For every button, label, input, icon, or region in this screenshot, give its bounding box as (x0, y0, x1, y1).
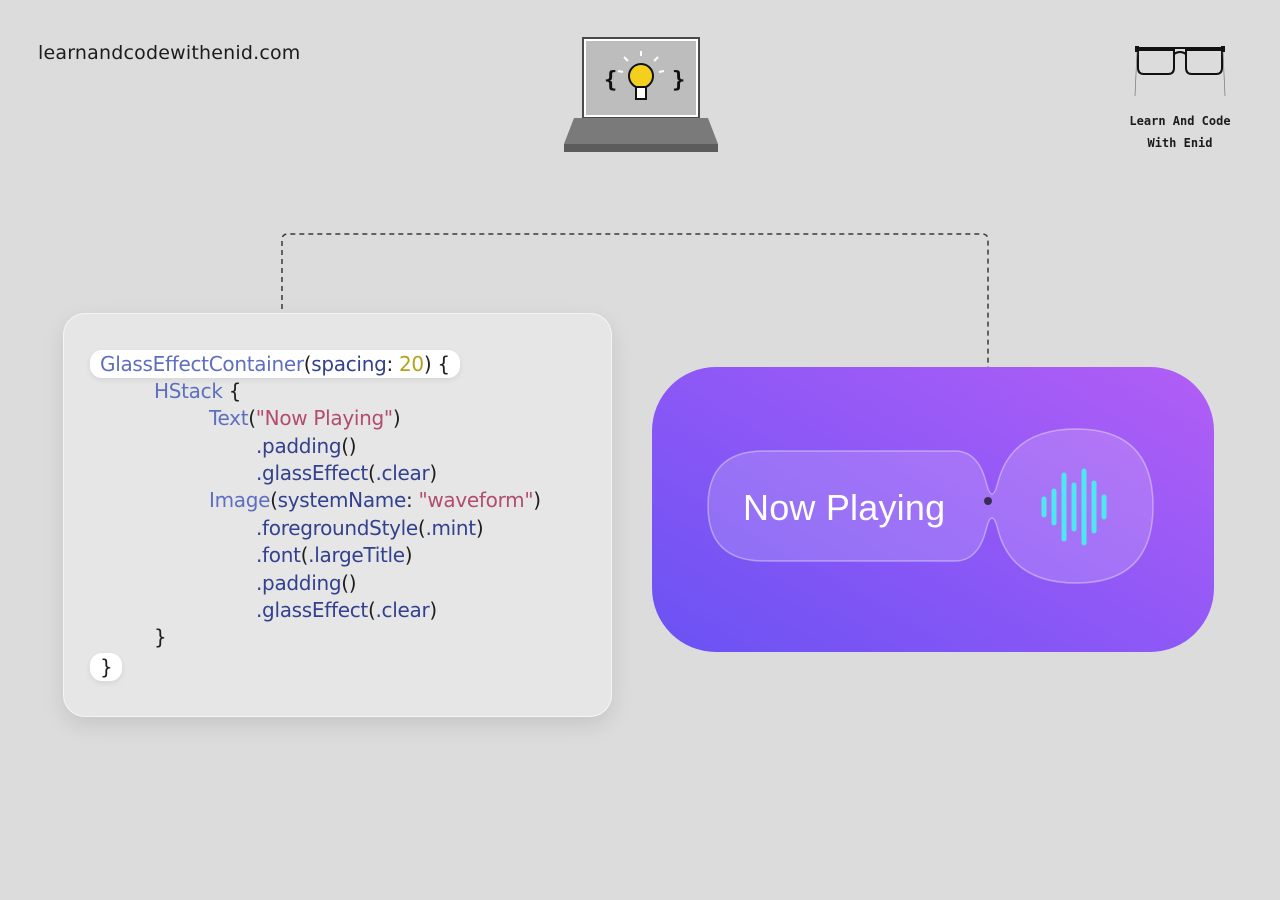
token-close: ) (429, 598, 437, 622)
token-arg: .clear (375, 461, 430, 485)
code-line-9: .padding() (256, 569, 357, 597)
token-number: 20 (398, 352, 424, 376)
token-colon: : (386, 352, 399, 376)
token-brace: { (222, 379, 242, 403)
token-string: "Now Playing" (255, 406, 393, 430)
highlight-container: GlassEffectContainer(spacing: 20) { (90, 350, 460, 378)
token-param: systemName (277, 488, 407, 512)
token-paren: ( (248, 406, 256, 430)
token-method: .padding (256, 571, 342, 595)
token-close: ) { (423, 352, 450, 376)
token-close: ) (429, 461, 437, 485)
code-line-10: .glassEffect(.clear) (256, 596, 437, 624)
code-line-11: } (154, 623, 167, 651)
code-line-4: .padding() (256, 432, 357, 460)
code-panel: GlassEffectContainer(spacing: 20) { HSta… (63, 313, 612, 717)
token-type: Image (209, 488, 271, 512)
code-line-12: } (90, 653, 123, 681)
token-close: ) (533, 488, 541, 512)
token-method: .glassEffect (256, 461, 368, 485)
token-close: ) (392, 406, 401, 430)
code-line-7: .foregroundStyle(.mint) (256, 514, 484, 542)
highlight-closing-brace: } (90, 653, 123, 681)
token-type: HStack (154, 379, 223, 403)
token-close: ) (404, 543, 413, 567)
token-method: .foregroundStyle (256, 516, 418, 540)
token-parens: () (341, 434, 357, 458)
token-arg: .mint (425, 516, 476, 540)
token-method: .glassEffect (256, 598, 368, 622)
token-brace: } (154, 625, 167, 649)
token-arg: .clear (375, 598, 430, 622)
token-type: Text (209, 406, 249, 430)
token-method: .font (256, 543, 301, 567)
code-line-3: Text("Now Playing") (209, 404, 401, 432)
token-method: .padding (256, 434, 342, 458)
waveform-icon (1041, 468, 1107, 546)
code-line-8: .font(.largeTitle) (256, 541, 413, 569)
token-arg: .largeTitle (308, 543, 405, 567)
token-string: "waveform" (418, 488, 534, 512)
token-brace: } (100, 655, 113, 679)
glass-preview: Now Playing (652, 367, 1214, 652)
token-param: spacing (311, 352, 387, 376)
token-colon: : (405, 488, 419, 512)
token-parens: () (341, 571, 357, 595)
code-line-5: .glassEffect(.clear) (256, 459, 437, 487)
token-close: ) (475, 516, 484, 540)
token-type: GlassEffectContainer (100, 352, 304, 376)
code-line-2: HStack { (154, 377, 241, 405)
token-paren: ( (270, 488, 278, 512)
now-playing-label: Now Playing (743, 487, 946, 528)
code-line-6: Image(systemName: "waveform") (209, 486, 541, 514)
code-line-1: GlassEffectContainer(spacing: 20) { (90, 350, 460, 378)
